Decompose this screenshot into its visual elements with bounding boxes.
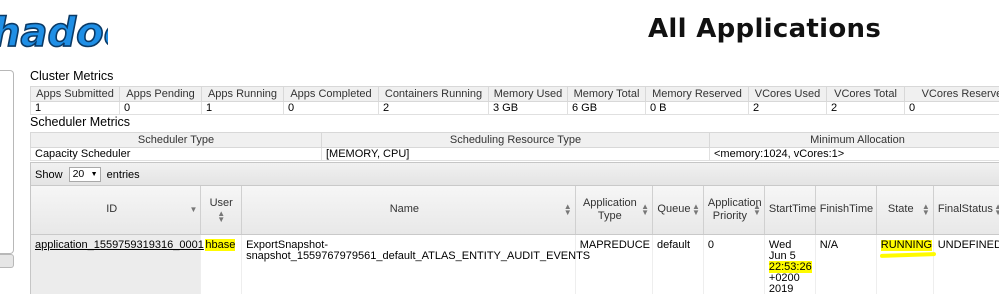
sort-icon: ▲ ▼ (994, 201, 999, 217)
cluster-metric-value-3: 0 (283, 101, 379, 115)
cluster-metric-value-1: 0 (119, 101, 202, 115)
cluster-metric-header-7: Memory Reserved (645, 86, 749, 102)
column-header-finish-time[interactable]: FinishTime (815, 186, 877, 235)
entries-per-page-select[interactable]: 20 ▼ (68, 167, 101, 182)
cluster-metric-header-4: Containers Running (378, 86, 489, 102)
sort-icon: ▲ ▼ (641, 201, 649, 217)
state-value: RUNNING (880, 238, 933, 251)
cluster-metric-value-5: 3 GB (488, 101, 568, 115)
cluster-metric-value-6: 6 GB (567, 101, 646, 115)
cluster-metric-header-3: Apps Completed (283, 86, 379, 102)
start-time-clock: 22:53:26 (768, 260, 812, 273)
cell-finish-time: N/A (815, 234, 877, 294)
cluster-metric-header-2: Apps Running (201, 86, 284, 102)
logo-text: hadoop (0, 10, 108, 56)
scheduler-metric-value-0: Capacity Scheduler (30, 147, 322, 161)
sort-icon: ▲ ▼ (752, 201, 761, 217)
cell-id: application_1559759319316_0001 (31, 234, 204, 294)
cluster-metric-value-9: 2 (826, 101, 905, 115)
column-header-priority[interactable]: Application Priority ▲ ▼ (703, 186, 765, 235)
cluster-metric-header-0: Apps Submitted (30, 86, 120, 102)
table-length-control: Show 20 ▼ entries (31, 163, 999, 186)
sort-desc-icon: ▼ (189, 204, 198, 214)
column-header-user[interactable]: User ▲ ▼ (200, 186, 243, 235)
cell-final-status: UNDEFINED (933, 234, 999, 294)
column-header-application-type[interactable]: Application Type ▲ ▼ (575, 186, 654, 235)
scheduler-metric-value-1: [MEMORY, CPU] (321, 147, 710, 161)
cell-application-type: MAPREDUCE (575, 234, 654, 294)
column-header-start-time[interactable]: StartTime (764, 186, 816, 235)
cell-start-time: Wed Jun 5 22:53:26 +0200 2019 (764, 234, 816, 294)
applications-table: ID ▼ User ▲ ▼ Name ▲ ▼ Application Type ▲ ▼ Que… (31, 186, 999, 294)
show-label: Show (35, 168, 63, 181)
navigation-panel[interactable] (0, 70, 14, 254)
cluster-metric-header-9: VCores Total (826, 86, 905, 102)
cluster-metric-header-1: Apps Pending (119, 86, 202, 102)
cell-priority: 0 (703, 234, 765, 294)
scheduler-metric-header-2: Minimum Allocation (709, 132, 999, 148)
entries-label: entries (106, 168, 140, 181)
cluster-metric-value-2: 1 (201, 101, 284, 115)
cell-name: ExportSnapshot-snapshot_1559767979561_de… (241, 234, 590, 294)
column-header-id[interactable]: ID ▼ (31, 186, 202, 235)
applications-table-panel: Show 20 ▼ entries ID ▼ User ▲ ▼ Name ▲ ▼ Appli… (30, 162, 999, 294)
cluster-metric-value-7: 0 B (645, 101, 749, 115)
table-row: application_1559759319316_0001 hbase Exp… (31, 234, 999, 294)
page-title: All Applications (648, 14, 882, 44)
hadoop-logo: hadoop (0, 9, 108, 56)
application-id-link[interactable]: application_1559759319316_0001 (35, 239, 204, 251)
column-header-state[interactable]: State ▲ ▼ (876, 186, 934, 235)
scheduler-metric-header-1: Scheduling Resource Type (321, 132, 710, 148)
cell-user: hbase (200, 234, 243, 294)
cluster-metric-value-10: 0 (904, 101, 999, 115)
cell-state: RUNNING (876, 234, 934, 294)
cluster-metrics-title: Cluster Metrics (30, 69, 114, 83)
dropdown-arrow-icon: ▼ (90, 171, 98, 178)
sort-icon: ▲ ▼ (921, 201, 930, 217)
navigation-panel-footer (0, 254, 14, 268)
scheduler-metric-value-2: <memory:1024, vCores:1> (709, 147, 999, 161)
cluster-metric-value-4: 2 (378, 101, 489, 115)
table-header-row: ID ▼ User ▲ ▼ Name ▲ ▼ Application Type ▲ ▼ Que… (31, 186, 999, 235)
cluster-metric-header-10: VCores Reserved (904, 86, 999, 102)
sort-icon: ▲ ▼ (691, 201, 700, 217)
cluster-metric-header-6: Memory Total (567, 86, 646, 102)
sort-icon: ▲ ▼ (563, 201, 572, 217)
cluster-metric-header-8: VCores Used (748, 86, 827, 102)
column-header-final-status[interactable]: FinalStatus ▲ ▼ (933, 186, 999, 235)
column-header-queue[interactable]: Queue ▲ ▼ (652, 186, 704, 235)
cluster-metric-value-0: 1 (30, 101, 120, 115)
column-header-name[interactable]: Name ▲ ▼ (241, 186, 576, 235)
cluster-metric-header-5: Memory Used (488, 86, 568, 102)
scheduler-metric-header-0: Scheduler Type (30, 132, 322, 148)
sort-icon: ▲ ▼ (217, 208, 226, 224)
cluster-metric-value-8: 2 (748, 101, 827, 115)
scheduler-metrics-table: Scheduler Type Scheduling Resource Type Mi… (30, 132, 999, 161)
cluster-metrics-table: Apps Submitted Apps Pending Apps Running Ap… (30, 86, 999, 115)
scheduler-metrics-title: Scheduler Metrics (30, 115, 131, 129)
user-value: hbase (205, 238, 236, 251)
cell-queue: default (652, 234, 704, 294)
